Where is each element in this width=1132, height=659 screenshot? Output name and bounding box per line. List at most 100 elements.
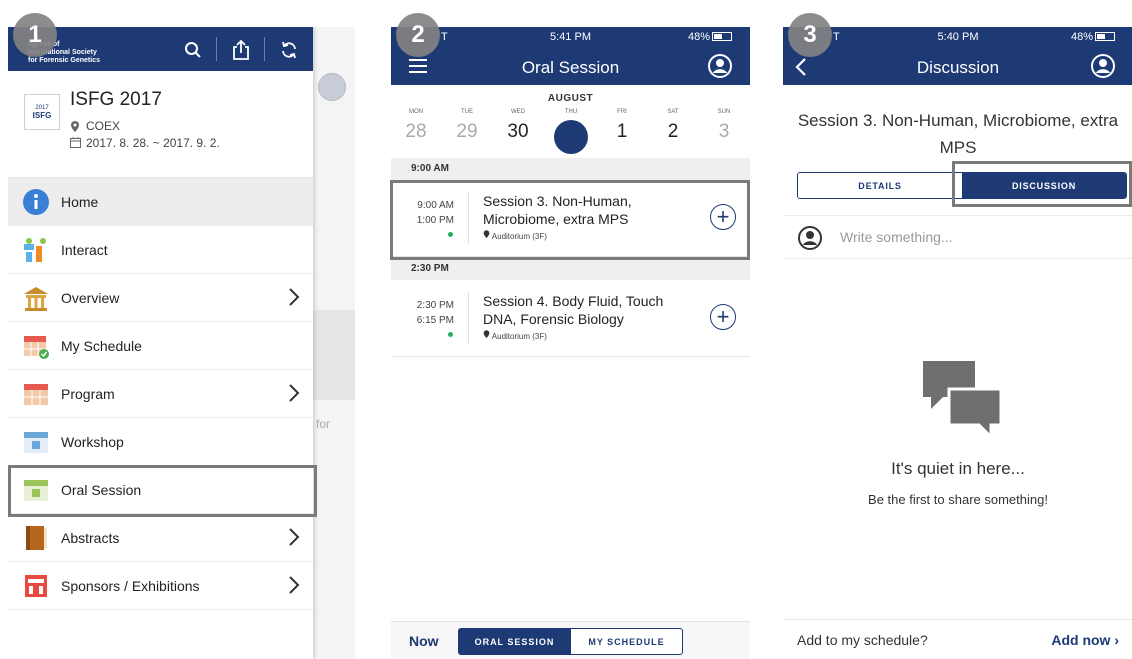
oral-session-icon — [24, 480, 48, 501]
menu-label: Abstracts — [61, 529, 120, 546]
day-sat[interactable]: SAT 2 — [654, 109, 692, 143]
user-avatar-icon — [798, 226, 822, 250]
chevron-right-icon — [289, 288, 300, 306]
step-2-badge: 2 — [396, 13, 440, 57]
booth-icon — [25, 575, 47, 597]
time-header: 9:00 AM — [391, 158, 750, 180]
tab-my-schedule[interactable]: MY SCHEDULE — [570, 628, 683, 655]
add-session-icon[interactable]: + — [710, 204, 736, 230]
tab-details[interactable]: DETAILS — [798, 173, 962, 198]
battery-icon — [712, 32, 732, 41]
empty-state-title: It's quiet in here... — [891, 459, 1025, 478]
nav-bar: Discussion — [783, 49, 1132, 85]
location-pin-icon — [483, 230, 490, 238]
status-bar: T 5:40 PM 48% — [783, 27, 1132, 49]
menu-label: Overview — [61, 289, 120, 306]
chevron-right-icon — [289, 528, 300, 546]
session-row[interactable]: 9:00 AM 1:00 PM Session 3. Non-Human, Mic… — [391, 180, 750, 257]
day-sun[interactable]: SUN 3 — [705, 109, 743, 143]
chat-bubbles-icon — [923, 361, 1003, 441]
menu-item-abstracts[interactable]: Abstracts — [8, 514, 313, 562]
book-icon — [26, 526, 47, 550]
live-dot — [448, 332, 453, 337]
event-title: ISFG 2017 — [70, 89, 162, 110]
menu-label: Home — [61, 193, 99, 210]
location-pin-icon — [71, 121, 79, 132]
search-icon[interactable] — [182, 39, 204, 61]
battery-status: 48% — [1071, 31, 1115, 43]
menu-item-program[interactable]: Program — [8, 370, 313, 418]
day-wed[interactable]: WED 30 — [499, 109, 537, 143]
refresh-icon[interactable] — [278, 39, 300, 61]
page-title: Discussion — [916, 58, 1000, 77]
page-title: Oral Session — [521, 58, 620, 77]
live-dot — [448, 232, 453, 237]
background-text: for — [316, 417, 331, 431]
menu-item-overview[interactable]: Overview — [8, 274, 313, 322]
screen-oral-session: T 5:41 PM 48% Oral Session AUGUST MON 28 … — [391, 27, 750, 659]
now-button[interactable]: Now — [409, 633, 439, 649]
menu-label: Interact — [61, 241, 108, 258]
session-location: Auditorium (3F) — [483, 330, 547, 341]
chevron-right-icon — [289, 576, 300, 594]
comment-input[interactable]: Write something... — [840, 229, 953, 245]
session-title: Session 3. Non-Human, Microbiome, extra … — [797, 111, 1119, 157]
time-header: 2:30 PM — [391, 258, 750, 280]
event-card[interactable]: 2017 ISFG ISFG 2017 COEX 2017. 8. 28. ~ … — [8, 71, 313, 178]
screen-drawer-menu: for ngress of International Society for … — [8, 27, 355, 659]
battery-icon — [1095, 32, 1115, 41]
background-card — [313, 310, 355, 400]
menu-item-sponsors-exhibitions[interactable]: Sponsors / Exhibitions — [8, 562, 313, 610]
building-icon — [24, 287, 48, 311]
step-3-badge: 3 — [788, 13, 832, 57]
interact-icon — [24, 238, 46, 262]
session-location: Auditorium (3F) — [483, 230, 547, 241]
calendar-small-icon — [70, 137, 81, 148]
location-pin-icon — [483, 330, 490, 338]
day-thu[interactable]: THU 31 — [552, 109, 590, 143]
event-venue: COEX — [86, 119, 121, 133]
nav-bar: Oral Session — [391, 49, 750, 85]
workshop-icon — [24, 432, 48, 453]
session-times: 9:00 AM 1:00 PM — [416, 200, 454, 226]
menu-label: Sponsors / Exhibitions — [61, 577, 200, 594]
bottom-bar: Now ORAL SESSION MY SCHEDULE — [391, 621, 750, 659]
comment-input-row[interactable]: Write something... — [783, 215, 1132, 259]
session-title: Session 4. Body Fluid, Touch DNA, Forens… — [483, 293, 664, 327]
step-1-badge: 1 — [13, 13, 57, 57]
tab-oral-session[interactable]: ORAL SESSION — [458, 628, 571, 655]
menu-item-home[interactable]: Home — [8, 178, 313, 226]
day-tue[interactable]: TUE 29 — [448, 109, 486, 143]
screen-discussion: T 5:40 PM 48% Discussion Session 3. Non-… — [783, 27, 1132, 659]
menu-item-interact[interactable]: Interact — [8, 226, 313, 274]
menu-label: Oral Session — [61, 481, 142, 498]
day-mon[interactable]: MON 28 — [397, 109, 435, 143]
battery-status: 48% — [688, 31, 732, 43]
status-bar: T 5:41 PM 48% — [391, 27, 750, 49]
calendar-check-icon — [24, 336, 49, 359]
menu-label: My Schedule — [61, 337, 142, 354]
menu-item-workshop[interactable]: Workshop — [8, 418, 313, 466]
session-row[interactable]: 2:30 PM 6:15 PM Session 4. Body Fluid, To… — [391, 280, 750, 357]
day-fri[interactable]: FRI 1 — [603, 109, 641, 143]
event-logo: 2017 ISFG — [24, 94, 60, 130]
session-times: 2:30 PM 6:15 PM — [416, 300, 454, 326]
share-icon[interactable] — [230, 39, 252, 61]
add-session-icon[interactable]: + — [710, 304, 736, 330]
empty-state-subtitle: Be the first to share something! — [868, 492, 1048, 507]
tab-discussion[interactable]: DISCUSSION — [962, 173, 1126, 198]
calendar-icon — [24, 384, 48, 405]
menu-item-oral-session[interactable]: Oral Session — [8, 466, 313, 514]
profile-icon[interactable] — [708, 54, 732, 78]
add-now-button[interactable]: Add now › — [1051, 632, 1119, 648]
side-drawer: ngress of International Society for Fore… — [8, 27, 313, 659]
info-icon — [23, 189, 49, 215]
profile-icon[interactable] — [1091, 54, 1115, 78]
month-label: AUGUST — [547, 93, 594, 104]
event-dates: 2017. 8. 28. ~ 2017. 9. 2. — [86, 136, 220, 150]
chevron-right-icon — [289, 384, 300, 402]
schedule-footer: Add to my schedule? Add now › — [783, 619, 1132, 659]
menu-label: Program — [61, 385, 115, 402]
avatar — [318, 73, 346, 101]
menu-item-my-schedule[interactable]: My Schedule — [8, 322, 313, 370]
